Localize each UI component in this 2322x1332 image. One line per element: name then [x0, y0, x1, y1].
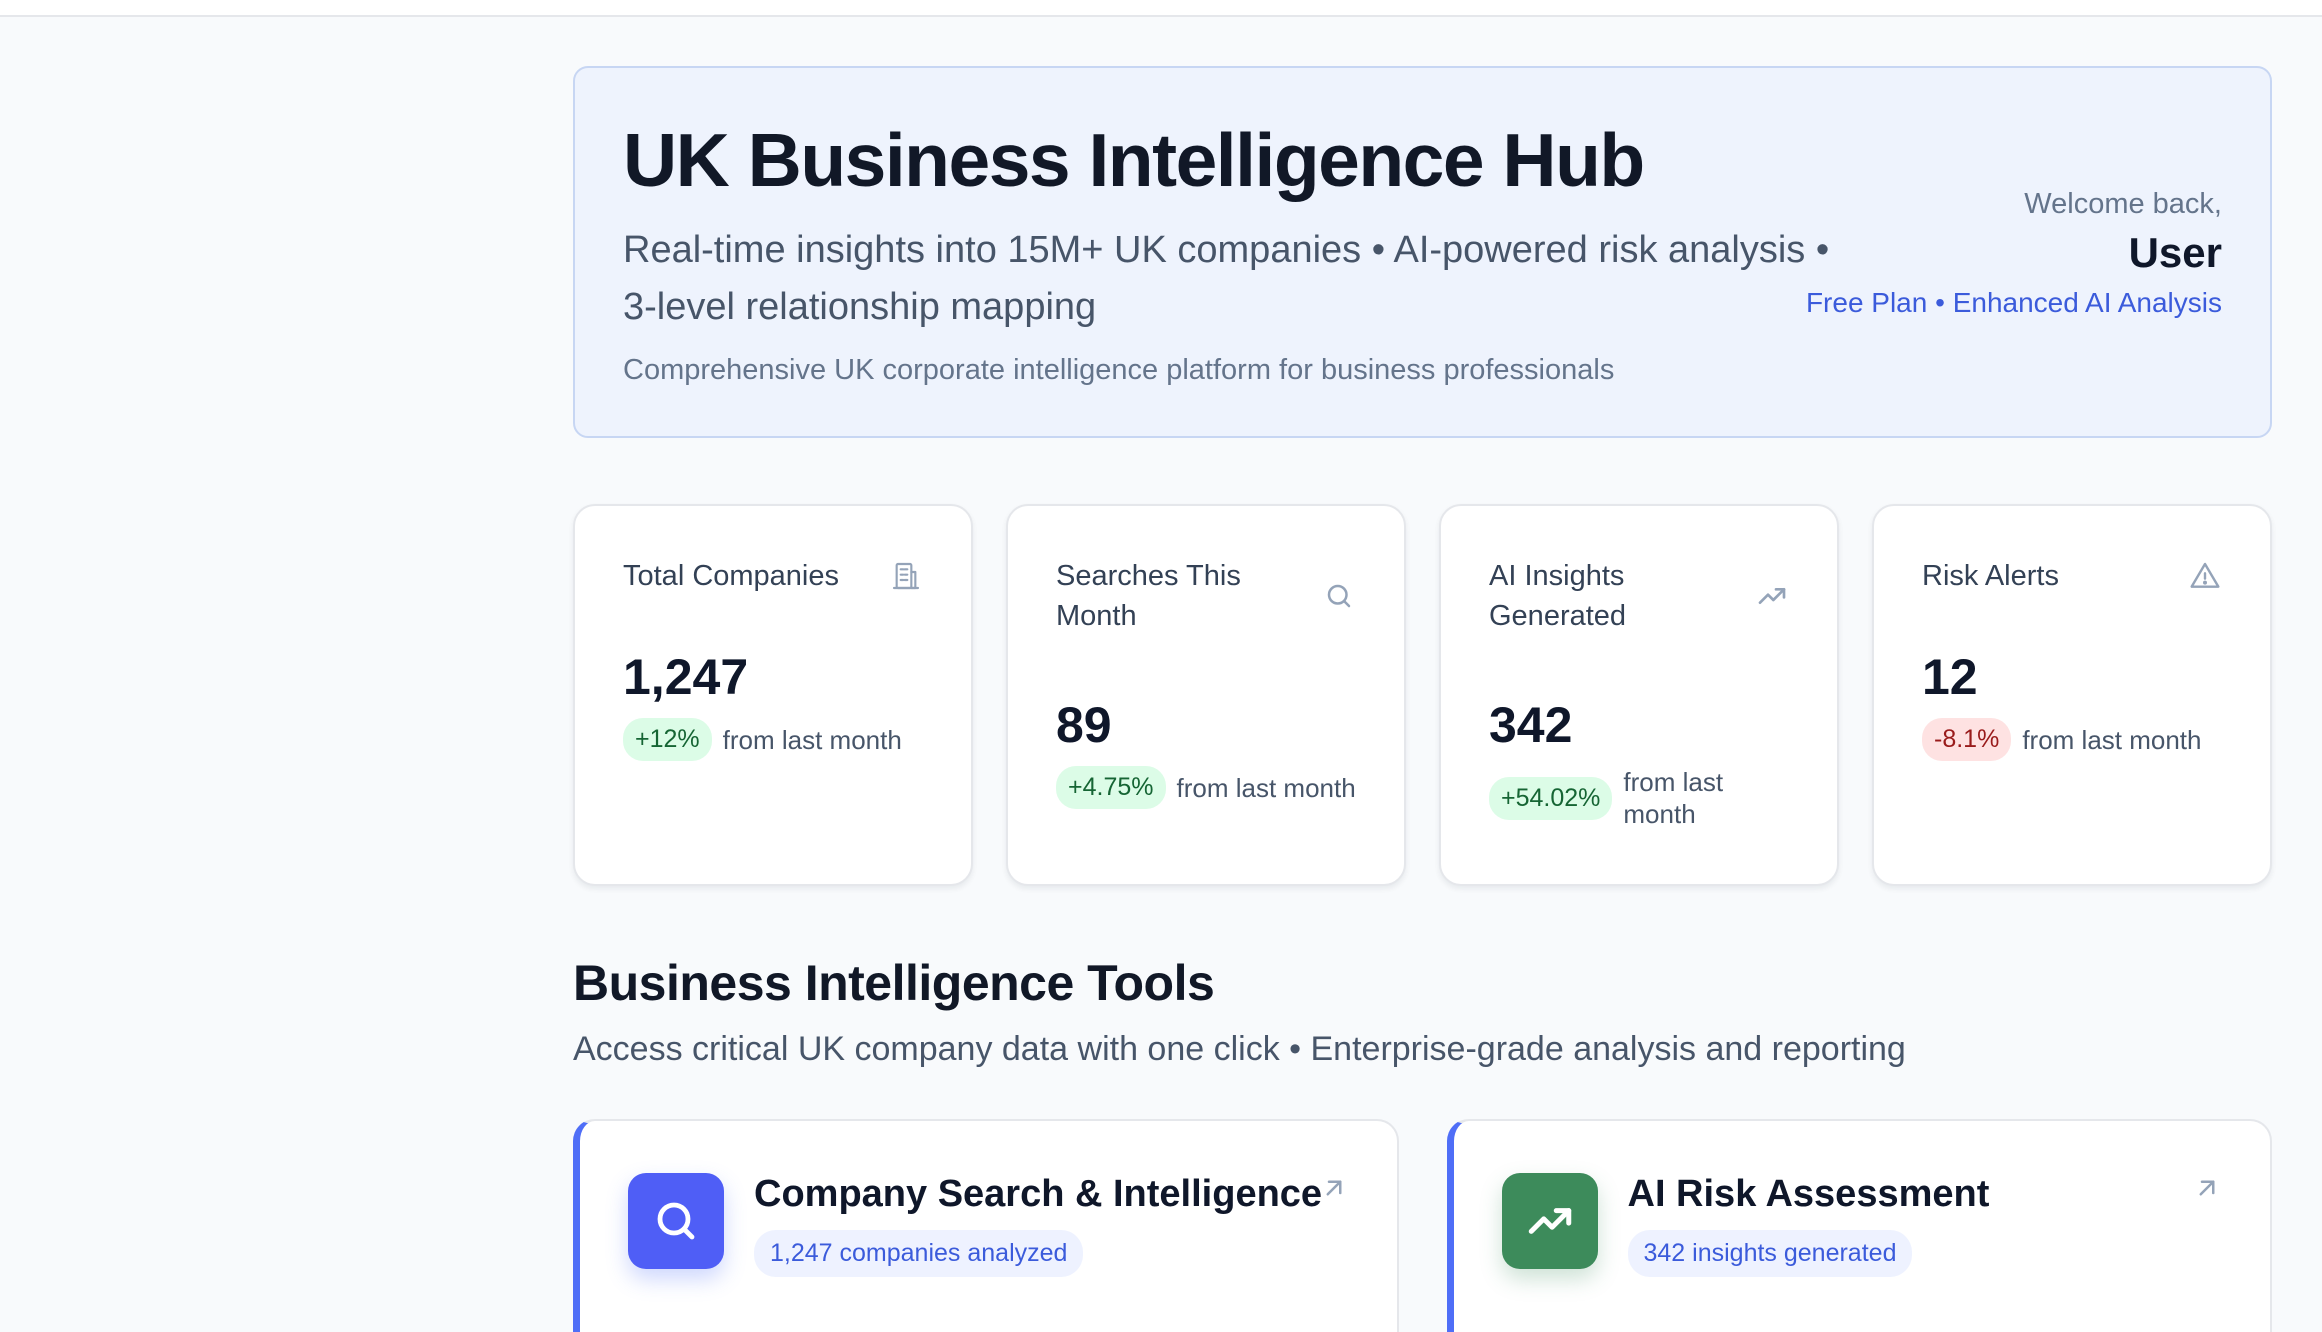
tool-card-company-search[interactable]: Company Search & Intelligence 1,247 comp… [573, 1119, 1399, 1332]
stat-label: Risk Alerts [1922, 560, 2059, 592]
change-period: from last month [722, 724, 902, 755]
main-content: UK Business Intelligence Hub Real-time i… [573, 66, 2272, 1332]
stat-value: 12 [1922, 649, 1978, 705]
stat-label: Total Companies [623, 560, 839, 592]
tool-card-ai-risk-assessment[interactable]: AI Risk Assessment 342 insights generate… [1446, 1119, 2272, 1332]
change-badge: +12% [623, 718, 712, 761]
stat-label: AI Insights Generated [1489, 560, 1627, 632]
stat-value: 342 [1489, 697, 1573, 753]
change-period: from last month [1176, 772, 1356, 803]
user-name: User [2128, 229, 2222, 276]
arrow-up-right-icon[interactable] [1319, 1173, 1349, 1208]
stat-label: Searches This Month [1056, 560, 1241, 632]
alert-triangle-icon [2188, 559, 2222, 593]
hero-banner: UK Business Intelligence Hub Real-time i… [573, 66, 2272, 438]
welcome-panel: Welcome back, User Free Plan • Enhanced … [1806, 188, 2222, 319]
stat-value: 89 [1056, 697, 1112, 753]
search-icon [1322, 579, 1356, 613]
trending-up-icon [1755, 579, 1789, 613]
plan-link[interactable]: Free Plan • Enhanced AI Analysis [1806, 287, 2222, 319]
tool-badge: 1,247 companies analyzed [754, 1230, 1084, 1277]
stat-card-total-companies: Total Companies 1,247 +12% from last mon… [573, 504, 973, 886]
tool-title: AI Risk Assessment [1627, 1173, 1990, 1215]
change-badge: -8.1% [1922, 718, 2012, 761]
change-period: from last month [1623, 767, 1724, 829]
stat-card-ai-insights: AI Insights Generated 342 +54.02% from l… [1439, 504, 1839, 886]
tool-badge: 342 insights generated [1627, 1230, 1913, 1277]
stat-card-searches: Searches This Month 89 +4.75% from last … [1006, 504, 1406, 886]
hero-description: Comprehensive UK corporate intelligence … [623, 354, 1615, 386]
tools-grid: Company Search & Intelligence 1,247 comp… [573, 1119, 2272, 1332]
hero-subtitle: Real-time insights into 15M+ UK companie… [623, 229, 1830, 328]
tool-title: Company Search & Intelligence [754, 1173, 1323, 1215]
search-icon [628, 1173, 724, 1269]
change-badge: +54.02% [1489, 776, 1613, 820]
change-period: from last month [2022, 724, 2202, 755]
arrow-up-right-icon[interactable] [2192, 1173, 2222, 1208]
trending-up-icon [1501, 1173, 1598, 1269]
stat-value: 1,247 [623, 649, 749, 705]
tools-section-title: Business Intelligence Tools [573, 955, 1215, 1011]
change-badge: +4.75% [1056, 766, 1166, 809]
top-bar [0, 0, 2322, 17]
building-icon [889, 559, 923, 593]
welcome-label: Welcome back, [2024, 188, 2222, 220]
tools-section-subtitle: Access critical UK company data with one… [573, 1030, 1906, 1068]
stat-card-risk-alerts: Risk Alerts 12 -8.1% from last month [1872, 504, 2272, 886]
stats-row: Total Companies 1,247 +12% from last mon… [573, 504, 2272, 886]
